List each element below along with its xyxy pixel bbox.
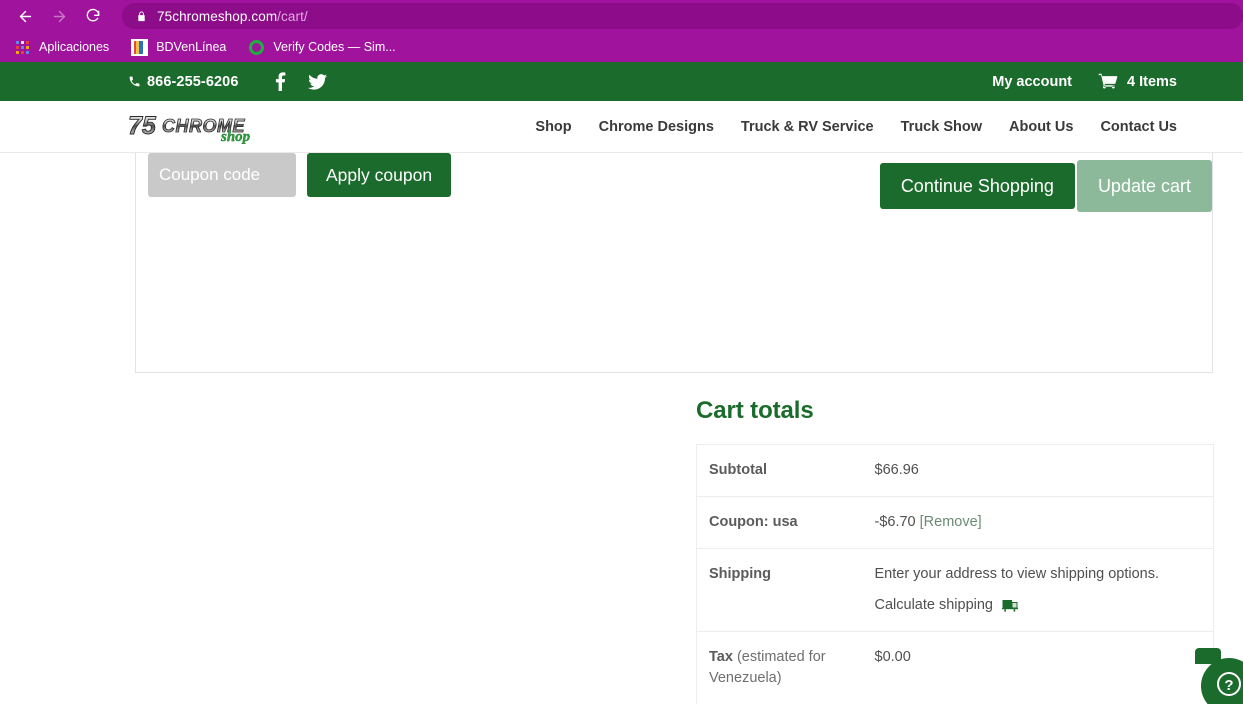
svg-text:shop: shop xyxy=(220,129,251,144)
coupon-value: -$6.70 [Remove] xyxy=(875,497,1214,549)
site-logo[interactable]: 75 CHROME shop xyxy=(128,110,258,145)
coupon-amount: -$6.70 xyxy=(874,514,920,531)
coupon-row: Apply coupon xyxy=(148,153,452,197)
social-icons xyxy=(275,72,327,91)
shopping-cart-icon xyxy=(1098,73,1118,90)
table-row-subtotal: Subtotal $66.96 xyxy=(696,445,1214,497)
tax-label: Tax (estimated for Venezuela) xyxy=(697,632,875,704)
shipping-value: Enter your address to view shipping opti… xyxy=(875,549,1214,632)
reload-button[interactable] xyxy=(78,1,108,31)
address-bar-text: 75chromeshop.com/cart/ xyxy=(157,8,308,24)
shipping-label: Shipping xyxy=(709,566,772,583)
help-question-icon: ? xyxy=(1216,671,1242,702)
bookmark-label: Aplicaciones xyxy=(39,40,110,54)
browser-toolbar: 75chromeshop.com/cart/ xyxy=(0,0,1243,32)
nav-item-shop[interactable]: Shop xyxy=(535,119,571,135)
forward-arrow-icon xyxy=(51,8,68,25)
svg-text:75: 75 xyxy=(128,112,157,140)
reload-icon xyxy=(85,8,101,24)
nav-item-contact-us[interactable]: Contact Us xyxy=(1100,119,1177,135)
truck-icon xyxy=(1002,599,1019,613)
svg-text:?: ? xyxy=(1224,677,1233,694)
tax-label-main: Tax xyxy=(709,649,737,666)
apply-coupon-button[interactable]: Apply coupon xyxy=(307,153,452,197)
facebook-icon[interactable] xyxy=(275,72,286,91)
cart-totals-section: Cart totals Subtotal $66.96 Coupon: usa … xyxy=(696,397,1214,704)
cart-totals-title: Cart totals xyxy=(696,397,814,424)
bookmark-bdvenlinea[interactable]: BDVenLínea xyxy=(131,35,236,59)
cart-items-count: 4 Items xyxy=(1127,73,1177,90)
bookmark-verify-codes[interactable]: Verify Codes — Sim... xyxy=(248,35,405,59)
site-topbar: 866-255-6206 My account 4 Items xyxy=(0,62,1243,101)
table-row-coupon: Coupon: usa -$6.70 [Remove] xyxy=(696,497,1214,549)
back-button[interactable] xyxy=(10,1,40,31)
cart-form-card: Apply coupon Continue Shopping Update ca… xyxy=(135,153,1213,373)
nav-item-about-us[interactable]: About Us xyxy=(1009,119,1073,135)
phone-link[interactable]: 866-255-6206 xyxy=(128,74,239,90)
table-row-shipping: Shipping Enter your address to view ship… xyxy=(696,549,1214,632)
remove-coupon-link[interactable]: [Remove] xyxy=(920,514,982,530)
bookmark-label: Verify Codes — Sim... xyxy=(273,40,396,54)
topbar-left: 866-255-6206 xyxy=(128,72,327,91)
site-header: 75 CHROME shop Shop Chrome Designs Truck… xyxy=(0,101,1243,153)
bdvenlinea-icon xyxy=(131,38,149,56)
browser-chrome: 75chromeshop.com/cart/ Aplicaciones BDVe… xyxy=(0,0,1243,62)
bookmark-aplicaciones[interactable]: Aplicaciones xyxy=(14,35,119,59)
shipping-calc-row: Calculate shipping xyxy=(875,595,1202,616)
my-account-link[interactable]: My account xyxy=(992,74,1072,90)
page-content: Apply coupon Continue Shopping Update ca… xyxy=(0,153,1243,704)
topbar-right: My account 4 Items xyxy=(992,73,1177,90)
phone-icon xyxy=(128,75,141,88)
nav-item-truck-rv-service[interactable]: Truck & RV Service xyxy=(741,119,874,135)
continue-shopping-button[interactable]: Continue Shopping xyxy=(879,163,1075,209)
forward-button[interactable] xyxy=(44,1,74,31)
update-cart-button[interactable]: Update cart xyxy=(1076,160,1212,212)
cart-actions: Continue Shopping Update cart xyxy=(879,160,1212,212)
table-row-tax: Tax (estimated for Venezuela) $0.00 xyxy=(696,632,1214,704)
cart-totals-table: Subtotal $66.96 Coupon: usa -$6.70 [Remo… xyxy=(696,444,1214,704)
coupon-label: Coupon: usa xyxy=(709,514,798,531)
shipping-message: Enter your address to view shipping opti… xyxy=(874,566,1160,583)
back-arrow-icon xyxy=(17,8,34,25)
lock-icon xyxy=(136,10,147,23)
green-circle-icon xyxy=(248,39,265,56)
address-bar[interactable]: 75chromeshop.com/cart/ xyxy=(122,3,1243,29)
bookmarks-bar: Aplicaciones BDVenLínea Verify Codes — S… xyxy=(0,32,1243,62)
main-navigation: Shop Chrome Designs Truck & RV Service T… xyxy=(535,119,1177,135)
nav-item-truck-show[interactable]: Truck Show xyxy=(901,119,982,135)
bookmark-label: BDVenLínea xyxy=(156,40,227,54)
cart-link[interactable]: 4 Items xyxy=(1098,73,1177,90)
tax-value: $0.00 xyxy=(874,649,911,666)
phone-number: 866-255-6206 xyxy=(147,73,239,90)
calculate-shipping-link[interactable]: Calculate shipping xyxy=(875,595,994,616)
apps-grid-icon xyxy=(14,39,31,56)
nav-item-chrome-designs[interactable]: Chrome Designs xyxy=(599,119,714,135)
subtotal-value: $66.96 xyxy=(874,462,919,478)
coupon-input[interactable] xyxy=(148,153,296,197)
twitter-icon[interactable] xyxy=(307,73,327,90)
subtotal-label: Subtotal xyxy=(709,462,767,478)
